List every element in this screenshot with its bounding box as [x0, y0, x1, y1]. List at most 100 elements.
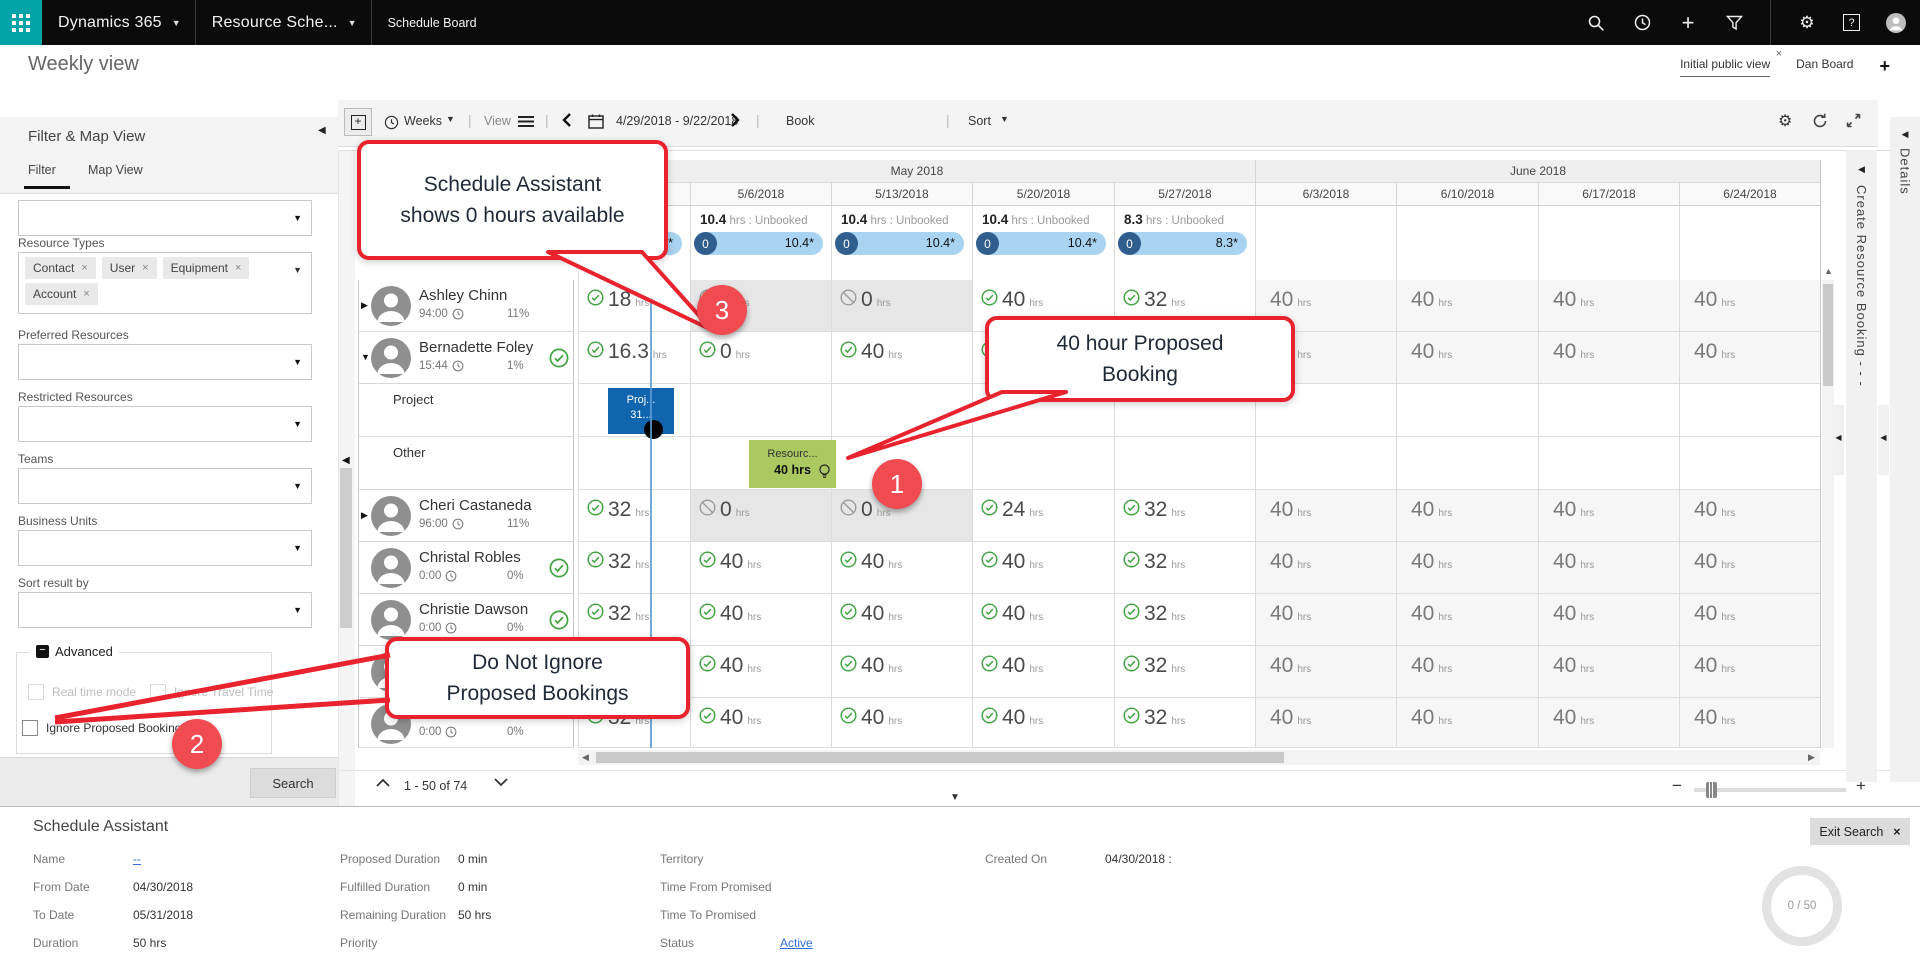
- zoom-slider-thumb[interactable]: [1706, 782, 1717, 798]
- resource-type-chip[interactable]: Account×: [25, 283, 98, 305]
- schedule-cell[interactable]: 40hrs: [1679, 594, 1820, 646]
- schedule-cell[interactable]: 40hrs: [1538, 542, 1679, 594]
- schedule-cell[interactable]: 40hrs: [972, 646, 1114, 698]
- app-title[interactable]: Dynamics 365: [58, 14, 162, 32]
- schedule-cell[interactable]: 32hrs: [578, 490, 690, 542]
- schedule-cell[interactable]: 40hrs: [1396, 280, 1538, 332]
- schedule-cell[interactable]: 40hrs: [972, 594, 1114, 646]
- schedule-cell[interactable]: 40hrs: [1679, 646, 1820, 698]
- teams-select[interactable]: ▼: [18, 468, 312, 504]
- plus-icon[interactable]: +: [1678, 13, 1698, 33]
- restricted-resources-select[interactable]: ▼: [18, 406, 312, 442]
- scroll-left-icon[interactable]: ◀: [582, 752, 589, 763]
- scrollbar-thumb[interactable]: [1823, 284, 1833, 386]
- rail-handle[interactable]: ◀: [1878, 405, 1889, 475]
- schedule-cell[interactable]: 32hrs: [1114, 542, 1255, 594]
- schedule-cell[interactable]: 40hrs: [1255, 542, 1396, 594]
- module-title[interactable]: Resource Sche...: [212, 14, 338, 32]
- booking-resize-dot[interactable]: [644, 420, 663, 439]
- exit-search-button[interactable]: Exit Search ×: [1810, 818, 1910, 845]
- remove-chip-icon[interactable]: ×: [83, 288, 89, 300]
- schedule-cell[interactable]: 40hrs: [1255, 698, 1396, 748]
- add-board-tab-button[interactable]: +: [1879, 56, 1890, 77]
- schedule-cell[interactable]: 40hrs: [1538, 698, 1679, 748]
- schedule-cell[interactable]: 0hrs: [831, 280, 972, 332]
- schedule-cell[interactable]: [578, 437, 690, 490]
- checkbox-ignore-proposed-bookings[interactable]: Ignore Proposed Bookings: [22, 720, 187, 736]
- close-tab-icon[interactable]: ×: [1776, 48, 1782, 60]
- column-header-date[interactable]: 5/13/2018: [831, 183, 972, 206]
- schedule-cell[interactable]: 0hrs: [690, 490, 831, 542]
- expand-resource-icon[interactable]: ▶: [361, 300, 368, 311]
- rail-handle[interactable]: ◀: [1833, 405, 1844, 475]
- zoom-out-icon[interactable]: −: [1672, 776, 1682, 796]
- schedule-cell[interactable]: 40hrs: [1679, 698, 1820, 748]
- schedule-cell[interactable]: 40hrs: [1255, 490, 1396, 542]
- tab-map-view[interactable]: Map View: [88, 163, 143, 177]
- tab-dan-board[interactable]: Dan Board: [1796, 57, 1853, 76]
- booking-block-project[interactable]: Proj...31...: [608, 388, 674, 434]
- book-button[interactable]: Book: [786, 114, 815, 128]
- search-button[interactable]: Search: [250, 768, 336, 798]
- collapse-advanced-icon[interactable]: −: [36, 645, 49, 658]
- column-header-date[interactable]: 6/3/2018: [1255, 183, 1396, 206]
- schedule-cell[interactable]: 40hrs: [1396, 698, 1538, 748]
- create-resource-booking-rail[interactable]: ◀ Create Resource Booking - - -: [1846, 150, 1877, 782]
- help-icon[interactable]: ?: [1843, 14, 1860, 31]
- resource-type-chip[interactable]: User×: [102, 257, 157, 279]
- schedule-cell[interactable]: [1679, 384, 1820, 437]
- schedule-cell[interactable]: [1114, 437, 1255, 490]
- schedule-cell[interactable]: 32hrs: [1114, 646, 1255, 698]
- assistant-field-value-link[interactable]: --: [133, 852, 141, 866]
- remove-chip-icon[interactable]: ×: [81, 262, 87, 274]
- schedule-cell[interactable]: 40hrs: [831, 332, 972, 384]
- schedule-cell[interactable]: 18hrs: [578, 280, 690, 332]
- booking-block-proposed[interactable]: Resourc...40 hrs: [749, 440, 836, 488]
- board-settings-gear-icon[interactable]: ⚙: [1778, 111, 1792, 131]
- close-icon[interactable]: ×: [1893, 825, 1900, 839]
- schedule-cell[interactable]: 40hrs: [1396, 332, 1538, 384]
- chevron-down-icon[interactable]: ▼: [172, 18, 181, 28]
- schedule-cell[interactable]: [690, 384, 831, 437]
- list-view-icon[interactable]: [518, 115, 534, 131]
- sort-result-by-select[interactable]: ▼: [18, 592, 312, 628]
- scrollbar-thumb[interactable]: [596, 752, 1284, 763]
- collapse-results-icon[interactable]: [376, 776, 390, 790]
- scroll-right-icon[interactable]: ▶: [1808, 752, 1815, 763]
- fullscreen-icon[interactable]: [1846, 113, 1861, 131]
- tab-initial-public-view[interactable]: Initial public view ×: [1680, 57, 1770, 77]
- schedule-cell[interactable]: [1679, 437, 1820, 490]
- expand-results-icon[interactable]: [494, 776, 508, 790]
- resource-row[interactable]: Christal Robles0:00 0%: [358, 542, 574, 594]
- resource-type-chip[interactable]: Equipment×: [163, 257, 250, 279]
- business-units-select[interactable]: ▼: [18, 530, 312, 566]
- recent-history-icon[interactable]: [1632, 13, 1652, 33]
- schedule-cell[interactable]: 40hrs: [1538, 594, 1679, 646]
- schedule-cell[interactable]: 40hrs: [690, 646, 831, 698]
- create-resource-booking-label[interactable]: Create Resource Booking - - -: [1854, 185, 1869, 387]
- schedule-cell[interactable]: 40hrs: [1538, 490, 1679, 542]
- scale-select[interactable]: Weeks: [404, 114, 442, 128]
- column-header-date[interactable]: 6/17/2018: [1538, 183, 1679, 206]
- assistant-field-value-link[interactable]: Active: [780, 936, 813, 950]
- schedule-cell[interactable]: [972, 437, 1114, 490]
- expand-rail-icon[interactable]: ◀: [1846, 150, 1877, 175]
- user-avatar[interactable]: [1886, 13, 1906, 33]
- group-row[interactable]: Other: [358, 437, 574, 490]
- chevron-down-icon[interactable]: ▼: [1000, 114, 1009, 124]
- schedule-cell[interactable]: 40hrs: [1396, 594, 1538, 646]
- schedule-cell[interactable]: 40hrs: [1255, 646, 1396, 698]
- chevron-down-icon[interactable]: ▼: [446, 114, 455, 124]
- column-header-date[interactable]: 5/6/2018: [690, 183, 831, 206]
- preferred-resources-select[interactable]: ▼: [18, 344, 312, 380]
- schedule-cell[interactable]: [1255, 437, 1396, 490]
- settings-gear-icon[interactable]: ⚙: [1797, 13, 1817, 33]
- details-label[interactable]: Details: [1898, 148, 1913, 195]
- group-row[interactable]: Project: [358, 384, 574, 437]
- schedule-cell[interactable]: 40hrs: [972, 698, 1114, 748]
- schedule-cell[interactable]: 32hrs: [578, 542, 690, 594]
- schedule-cell[interactable]: 40hrs: [1255, 594, 1396, 646]
- sort-button[interactable]: Sort: [968, 114, 991, 128]
- schedule-cell[interactable]: 40hrs: [690, 698, 831, 748]
- expand-board-icon[interactable]: +: [344, 108, 372, 136]
